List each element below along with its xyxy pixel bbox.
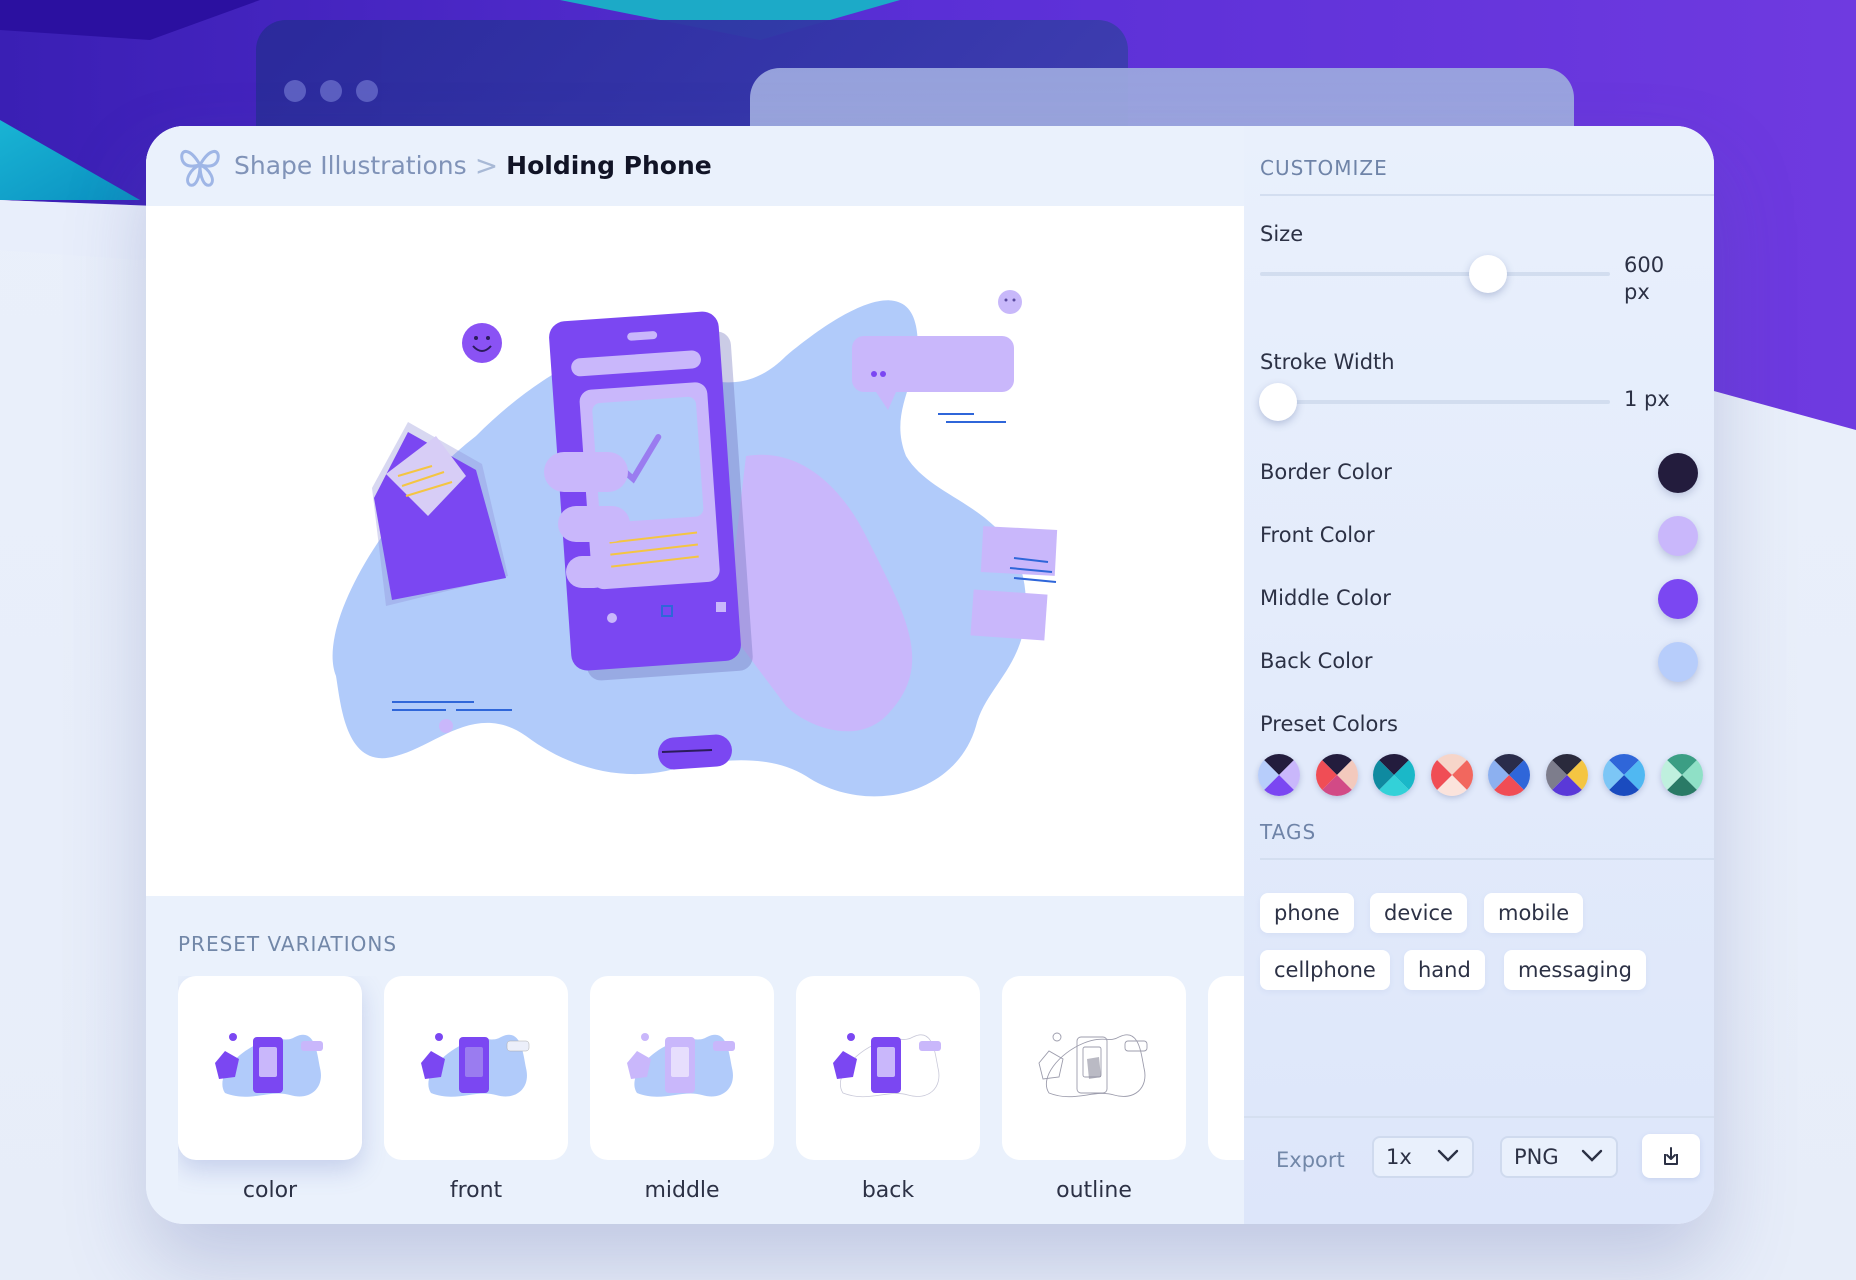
variation-color[interactable]: color [178, 976, 362, 1203]
preset-color-icon [1315, 754, 1358, 796]
variation-label: outline [1056, 1178, 1132, 1203]
tag-cellphone[interactable]: cellphone [1260, 950, 1390, 990]
chevron-down-icon [1437, 1149, 1459, 1162]
size-slider-thumb[interactable] [1468, 255, 1507, 293]
variation-label: color [242, 1178, 298, 1203]
preset-variations-title: PRESET VARIATIONS [178, 932, 398, 956]
breadcrumb-parent[interactable]: Shape Illustrations [234, 151, 467, 180]
front-color-label: Front Color [1260, 523, 1375, 547]
middle-color-swatch[interactable] [1658, 579, 1698, 619]
back-color-label: Back Color [1260, 649, 1373, 673]
variation-label: back [861, 1178, 915, 1203]
front-color-swatch[interactable] [1658, 516, 1698, 556]
stroke-slider-track[interactable] [1260, 400, 1610, 404]
back-color-swatch[interactable] [1658, 642, 1698, 682]
breadcrumb-separator: > [474, 148, 499, 182]
chevron-down-icon [1581, 1149, 1603, 1162]
preset-color-option[interactable] [1603, 754, 1645, 796]
divider [1260, 858, 1714, 860]
preset-colors-row [1258, 754, 1708, 800]
variation-thumbnail[interactable] [1002, 976, 1186, 1160]
download-icon [1664, 1147, 1678, 1165]
tag-phone[interactable]: phone [1260, 893, 1354, 933]
preset-variations-list: color front middle back outline [178, 976, 1244, 1216]
variation-thumbnail[interactable] [178, 976, 362, 1160]
size-label: Size [1260, 222, 1304, 246]
variation-front[interactable]: front [384, 976, 568, 1203]
preset-color-icon [1488, 754, 1530, 796]
variation-partial[interactable] [1208, 976, 1244, 1160]
preset-color-option[interactable] [1373, 754, 1415, 796]
tag-mobile[interactable]: mobile [1484, 893, 1584, 933]
preset-color-icon [1603, 754, 1645, 796]
export-scale-value: 1x [1386, 1145, 1412, 1169]
middle-color-label: Middle Color [1260, 586, 1391, 610]
export-label: Export [1276, 1148, 1345, 1172]
thumbnail-illustration [627, 1033, 735, 1097]
preset-color-option[interactable] [1315, 754, 1358, 796]
size-unit: px [1624, 280, 1650, 304]
export-format-value: PNG [1514, 1145, 1559, 1169]
header: Shape Illustrations > Holding Phone [146, 126, 1244, 204]
border-color-swatch[interactable] [1658, 453, 1698, 493]
preset-color-option[interactable] [1430, 754, 1473, 796]
variation-thumbnail[interactable] [1208, 976, 1244, 1160]
export-format-select[interactable]: PNG [1500, 1136, 1618, 1178]
stroke-slider-thumb[interactable] [1258, 383, 1297, 421]
size-value: 600 px [1624, 252, 1684, 306]
illustration-canvas [146, 206, 1244, 896]
stroke-width-label: Stroke Width [1260, 350, 1395, 374]
tag-hand[interactable]: hand [1404, 950, 1485, 990]
preset-color-icon [1373, 754, 1415, 796]
butterfly-logo-icon [180, 150, 220, 187]
thumbnail-illustration [833, 1033, 941, 1098]
preset-color-option[interactable] [1258, 754, 1300, 796]
variation-label: middle [644, 1178, 720, 1203]
variation-thumbnail[interactable] [384, 976, 568, 1160]
customize-panel: CUSTOMIZE Size 600 px Stroke Width 1 px … [1244, 126, 1714, 1224]
tag-device[interactable]: device [1370, 893, 1467, 933]
divider [1260, 194, 1714, 196]
variation-outline[interactable]: outline [1002, 976, 1186, 1203]
preset-color-icon [1545, 754, 1588, 796]
download-button[interactable] [1642, 1134, 1700, 1178]
editor-window: Shape Illustrations > Holding Phone PRES… [146, 126, 1714, 1224]
tags-title: TAGS [1260, 820, 1317, 844]
preset-color-icon [1258, 754, 1300, 796]
thumbnail-illustration [215, 1033, 323, 1097]
preset-color-option[interactable] [1488, 754, 1530, 796]
stroke-value: 1 px [1624, 387, 1670, 411]
main-area: Shape Illustrations > Holding Phone PRES… [146, 126, 1244, 1224]
preset-color-option[interactable] [1660, 754, 1703, 796]
page-title: Holding Phone [506, 150, 712, 180]
size-number: 600 [1624, 253, 1665, 277]
customize-title: CUSTOMIZE [1260, 156, 1388, 180]
border-color-label: Border Color [1260, 460, 1392, 484]
export-scale-select[interactable]: 1x [1372, 1136, 1474, 1178]
variation-middle[interactable]: middle [590, 976, 774, 1203]
variation-thumbnail[interactable] [796, 976, 980, 1160]
thumbnail-illustration [1038, 1032, 1148, 1098]
export-bar: Export 1x PNG [1244, 1116, 1714, 1224]
variation-label: front [449, 1178, 503, 1203]
preset-color-icon [1430, 754, 1473, 796]
variation-back[interactable]: back [796, 976, 980, 1203]
preset-color-icon [1660, 754, 1703, 796]
tag-messaging[interactable]: messaging [1504, 950, 1646, 990]
size-slider-track[interactable] [1260, 272, 1610, 276]
variation-thumbnail[interactable] [590, 976, 774, 1160]
holding-phone-illustration [332, 290, 1058, 797]
preset-color-option[interactable] [1545, 754, 1588, 796]
thumbnail-illustration [421, 1033, 530, 1097]
preset-colors-label: Preset Colors [1260, 712, 1398, 736]
